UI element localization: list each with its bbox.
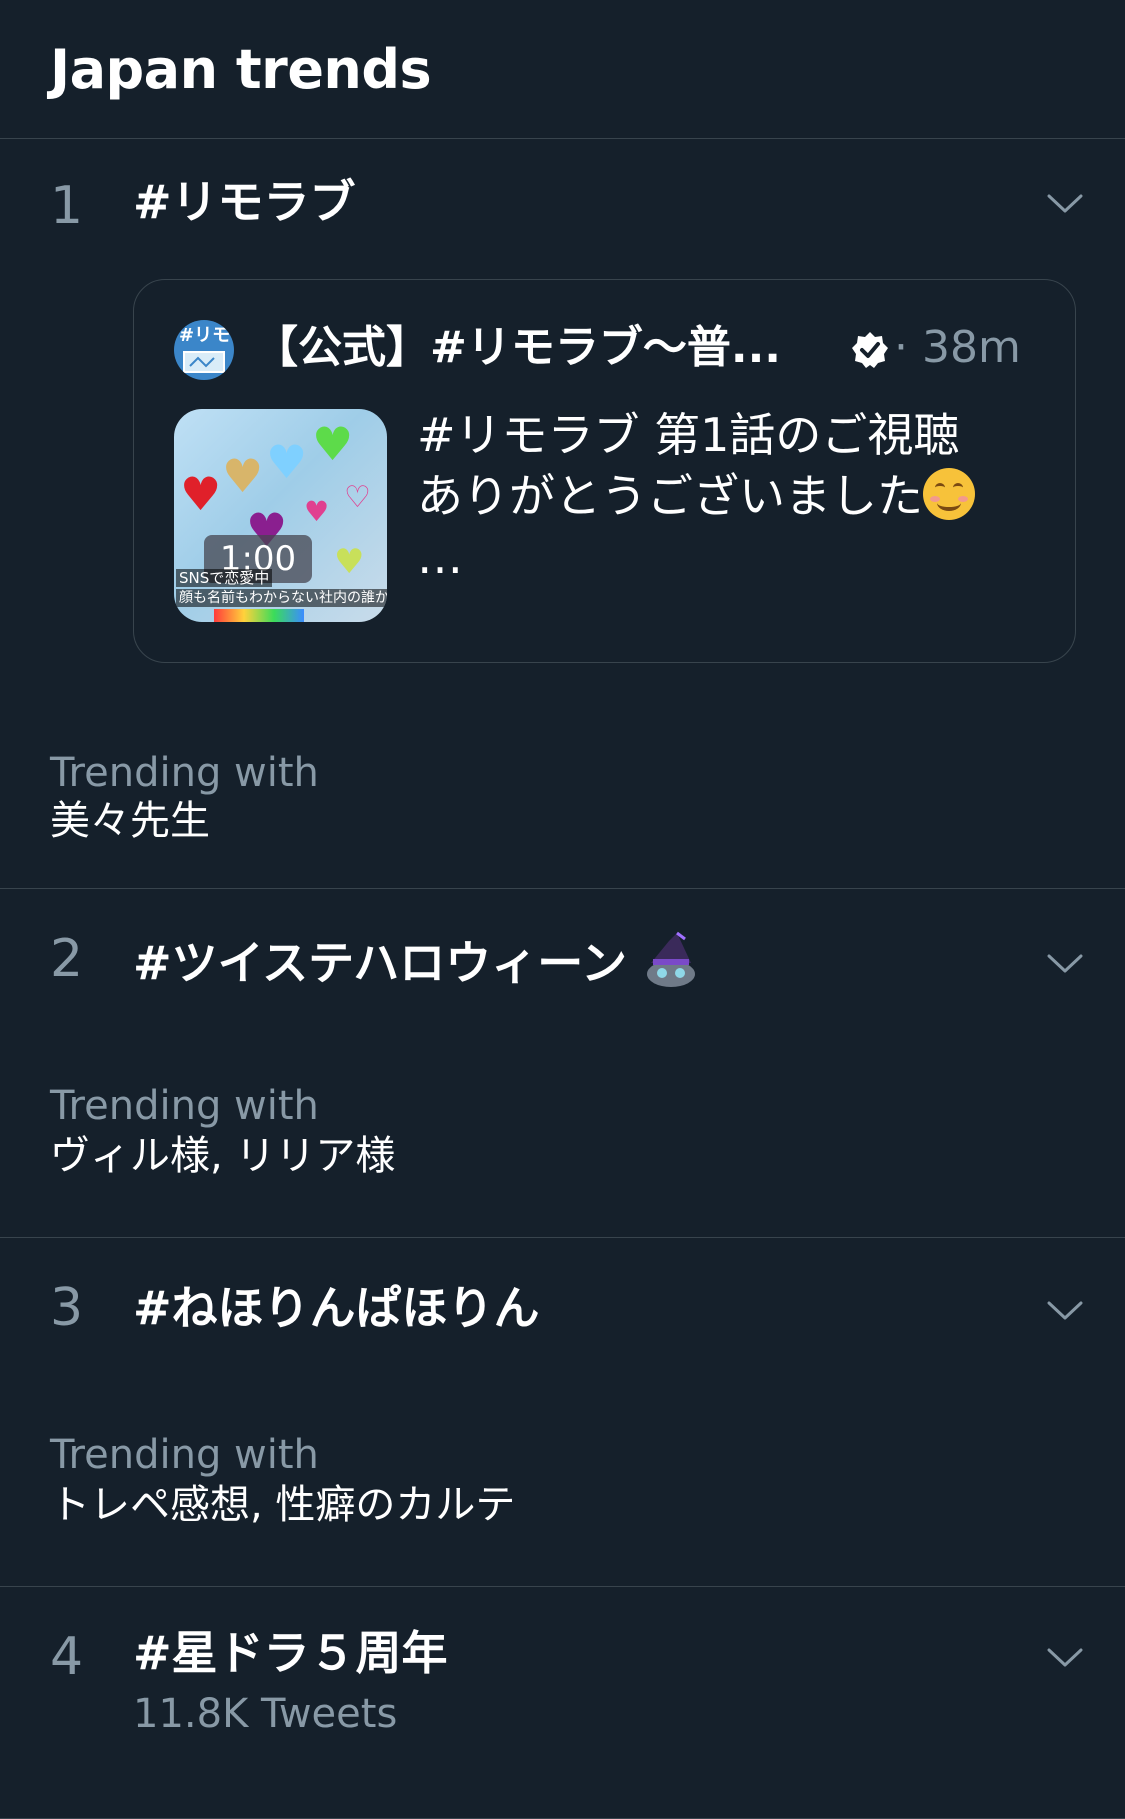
media-caption: SNSで恋愛中 (176, 569, 273, 587)
page-title: Japan trends (50, 38, 432, 101)
avatar-text: #リモ (179, 325, 231, 346)
trend-rank: 3 (50, 1278, 84, 1338)
chevron-down-icon[interactable] (1047, 1647, 1083, 1669)
media-caption: 顔も名前もわからない社内の誰か (176, 589, 387, 607)
tweet-text-line: … (417, 530, 463, 584)
heart-decoration: ♥ (222, 449, 264, 503)
tweet-card[interactable]: #リモ 【公式】#リモラブ〜普... · 38m ♥ ♥ ♥ ♥ ♥ ♥ ♡ ♥… (133, 279, 1076, 663)
avatar-drawing (183, 351, 225, 373)
tweet-author-name[interactable]: 【公式】#リモラブ〜普... (254, 318, 781, 378)
chevron-down-icon[interactable] (1047, 953, 1083, 975)
trend-name-text: #ツイステハロウィーン (133, 936, 627, 990)
trend-name[interactable]: #星ドラ５周年 (133, 1623, 448, 1683)
smiling-face-icon (923, 468, 975, 520)
witch-hat-cat-icon (646, 931, 695, 987)
trend-rank: 2 (50, 929, 84, 989)
heart-decoration: ♥ (334, 542, 365, 582)
tweet-time: · 38m (894, 322, 1021, 373)
trending-with: Trending with ヴィル様, リリア様 (50, 1082, 395, 1180)
avatar[interactable]: #リモ (174, 320, 234, 380)
trend-item-4[interactable]: 4 #星ドラ５周年 11.8K Tweets (0, 1587, 1125, 1819)
trend-item-2[interactable]: 2 #ツイステハロウィーン Trending with ヴィル様, リリア様 (0, 889, 1125, 1238)
trending-with-label: Trending with (50, 1083, 319, 1129)
trending-with-value[interactable]: 美々先生 (50, 797, 319, 845)
tweet-text-line: ありがとうございました (417, 466, 1027, 527)
trend-name[interactable]: #ねほりんぱほりん (133, 1278, 540, 1338)
trend-name[interactable]: #リモラブ (133, 172, 356, 232)
heart-decoration: ♡ (344, 480, 371, 515)
trending-with-value[interactable]: トレペ感想, 性癖のカルテ (50, 1481, 515, 1529)
rainbow-decoration (214, 609, 304, 622)
trend-item-3[interactable]: 3 #ねほりんぱほりん Trending with トレペ感想, 性癖のカルテ (0, 1238, 1125, 1587)
chevron-down-icon[interactable] (1047, 1300, 1083, 1322)
trend-rank: 1 (50, 176, 84, 236)
heart-decoration: ♥ (312, 417, 354, 471)
verified-badge-icon (852, 332, 888, 368)
tweet-text-span: ありがとうございました (417, 469, 923, 523)
trending-with: Trending with 美々先生 (50, 749, 319, 845)
heart-decoration: ♥ (266, 435, 308, 489)
heart-decoration: ♥ (304, 495, 330, 528)
tweet-text[interactable]: #リモラブ 第1話のご視聴 ありがとうございました … (417, 405, 1027, 588)
tweet-count: 11.8K Tweets (133, 1691, 398, 1737)
page-header: Japan trends (0, 0, 1125, 139)
trend-item-1[interactable]: 1 #リモラブ #リモ 【公式】#リモラブ〜普... · 38m ♥ ♥ ♥ ♥… (0, 139, 1125, 889)
trending-with-label: Trending with (50, 750, 319, 796)
media-thumbnail[interactable]: ♥ ♥ ♥ ♥ ♥ ♥ ♡ ♥ 1:00 SNSで恋愛中 顔も名前もわからない社… (174, 409, 387, 622)
chevron-down-icon[interactable] (1047, 193, 1083, 215)
heart-decoration: ♥ (180, 467, 222, 521)
trending-with-label: Trending with (50, 1432, 319, 1478)
tweet-text-line: #リモラブ 第1話のご視聴 (417, 408, 960, 462)
trending-with-value[interactable]: ヴィル様, リリア様 (50, 1132, 395, 1180)
trend-name[interactable]: #ツイステハロウィーン (133, 929, 701, 993)
trending-with: Trending with トレペ感想, 性癖のカルテ (50, 1431, 515, 1529)
trend-rank: 4 (50, 1627, 84, 1687)
